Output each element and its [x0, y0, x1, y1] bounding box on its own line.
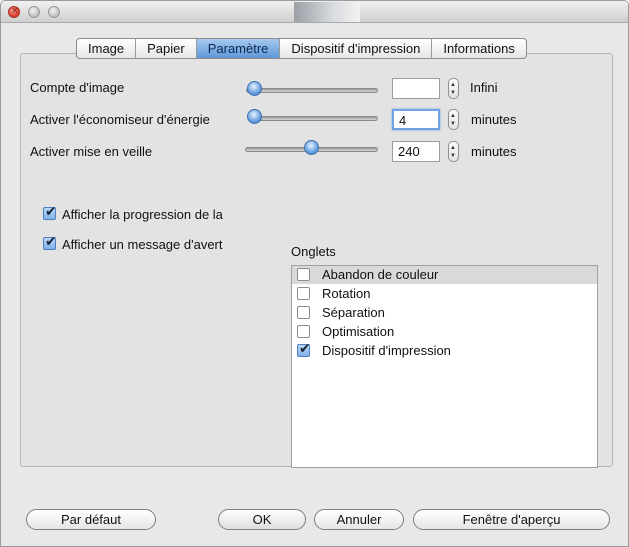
close-icon: ×: [11, 6, 19, 16]
chevron-up-icon[interactable]: ▲: [450, 145, 456, 151]
tab-bar: Image Papier Paramètre Dispositif d'impr…: [76, 38, 527, 59]
checkmark-icon: ✔: [299, 341, 311, 357]
title-bar[interactable]: ×: [1, 1, 628, 23]
onglets-list[interactable]: Abandon de couleur Rotation Séparation O…: [291, 265, 598, 468]
list-item-checkbox[interactable]: [297, 306, 310, 319]
list-item-label: Dispositif d'impression: [322, 343, 451, 358]
tab-image[interactable]: Image: [77, 39, 137, 58]
list-item[interactable]: Abandon de couleur: [292, 266, 597, 284]
energy-saver-slider-knob[interactable]: [247, 109, 262, 124]
show-warning-checkbox[interactable]: ✔: [43, 234, 57, 250]
image-count-unit: Infini: [470, 80, 498, 95]
sleep-mode-slider-knob[interactable]: [304, 140, 319, 155]
list-item-label: Optimisation: [322, 324, 395, 339]
energy-saver-stepper[interactable]: ▲ ▼: [448, 109, 459, 130]
list-item-checkbox[interactable]: [297, 287, 310, 300]
chevron-down-icon[interactable]: ▼: [450, 121, 456, 127]
tab-dispositif-impression[interactable]: Dispositif d'impression: [280, 39, 433, 58]
close-button[interactable]: ×: [8, 6, 20, 18]
tab-parametre[interactable]: Paramètre: [196, 39, 281, 58]
cancel-button[interactable]: Annuler: [314, 509, 404, 530]
show-progress-checkbox[interactable]: ✔: [43, 204, 57, 220]
list-item[interactable]: ✔ Dispositif d'impression: [292, 341, 597, 360]
sleep-mode-unit: minutes: [471, 144, 517, 159]
list-item-checkbox[interactable]: ✔: [297, 341, 311, 357]
image-count-field[interactable]: [392, 78, 440, 99]
image-count-label: Compte d'image: [30, 80, 125, 95]
settings-window: × Image Papier Paramètre Dispositif d'im…: [0, 0, 629, 547]
preview-window-button[interactable]: Fenêtre d'aperçu: [413, 509, 610, 530]
image-count-stepper[interactable]: ▲ ▼: [448, 78, 459, 99]
minimize-button[interactable]: [28, 6, 40, 18]
sleep-mode-stepper[interactable]: ▲ ▼: [448, 141, 459, 162]
checkmark-icon: ✔: [45, 234, 57, 250]
ok-button[interactable]: OK: [218, 509, 306, 530]
tab-informations[interactable]: Informations: [432, 39, 526, 58]
default-button[interactable]: Par défaut: [26, 509, 156, 530]
tab-papier[interactable]: Papier: [136, 39, 197, 58]
chevron-up-icon[interactable]: ▲: [450, 113, 456, 119]
window-title-area: [294, 2, 360, 22]
list-item-checkbox[interactable]: [297, 325, 310, 338]
chevron-up-icon[interactable]: ▲: [450, 82, 456, 88]
show-warning-label[interactable]: Afficher un message d'avert: [62, 237, 223, 252]
zoom-button[interactable]: [48, 6, 60, 18]
chevron-down-icon[interactable]: ▼: [450, 153, 456, 159]
checkmark-icon: ✔: [45, 204, 57, 220]
sleep-mode-field[interactable]: 240: [392, 141, 440, 162]
onglets-title: Onglets: [291, 244, 336, 259]
list-item[interactable]: Optimisation: [292, 323, 597, 341]
list-item-checkbox[interactable]: [297, 268, 310, 281]
list-item[interactable]: Rotation: [292, 285, 597, 303]
energy-saver-slider[interactable]: [249, 116, 378, 121]
list-item-label: Séparation: [322, 305, 385, 320]
energy-saver-unit: minutes: [471, 112, 517, 127]
list-item-label: Abandon de couleur: [322, 267, 439, 282]
list-item-label: Rotation: [322, 286, 371, 301]
sleep-mode-label: Activer mise en veille: [30, 144, 153, 159]
image-count-slider[interactable]: [246, 88, 378, 93]
chevron-down-icon[interactable]: ▼: [450, 90, 456, 96]
energy-saver-label: Activer l'économiseur d'énergie: [30, 112, 210, 127]
list-item[interactable]: Séparation: [292, 304, 597, 322]
image-count-slider-knob[interactable]: [247, 81, 262, 96]
energy-saver-field[interactable]: 4: [392, 109, 440, 130]
show-progress-label[interactable]: Afficher la progression de la: [62, 207, 223, 222]
